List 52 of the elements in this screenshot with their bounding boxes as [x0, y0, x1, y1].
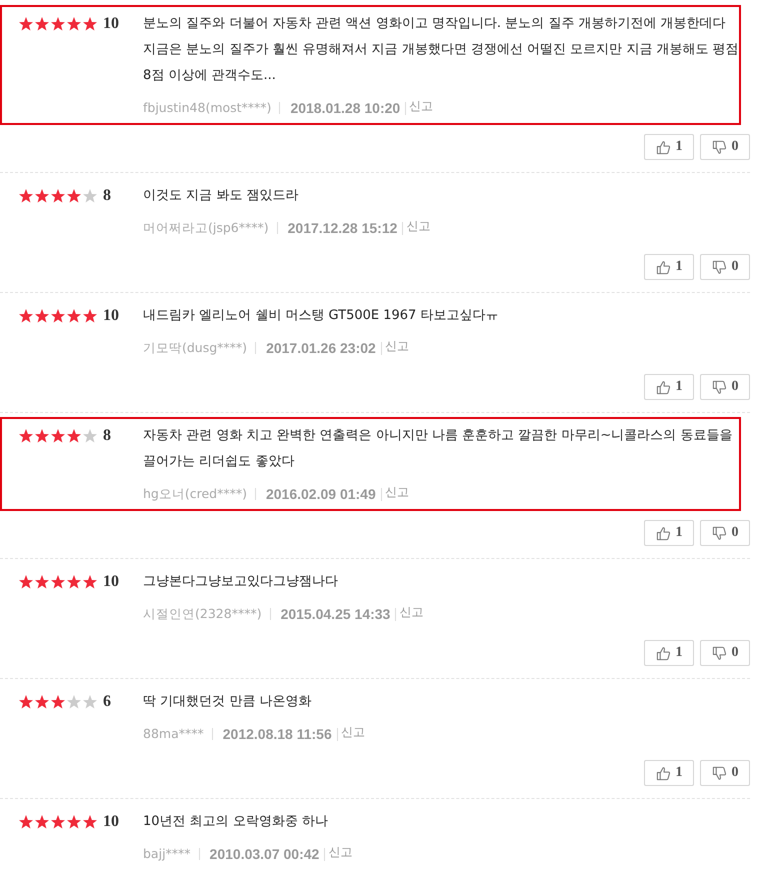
- review-date: 2017.12.28 15:12: [278, 222, 404, 234]
- score: 10: [103, 573, 119, 591]
- thumbs-up-icon: [656, 140, 670, 154]
- thumbs-down-icon: [712, 380, 726, 394]
- thumbs-up-icon: [656, 260, 670, 274]
- dislike-button[interactable]: 0: [700, 640, 750, 666]
- like-button[interactable]: 1: [644, 374, 694, 400]
- author-name: fbjustin48(most****): [143, 102, 280, 114]
- score: 8: [103, 187, 111, 205]
- review-text: 딱 기대했던것 만큼 나온영화: [143, 693, 312, 711]
- score: 8: [103, 427, 111, 445]
- review-text: 그냥본다그냥보고있다그냥잼나다: [143, 573, 339, 591]
- review-text: 분노의 질주와 더불어 자동차 관련 액션 영화이고 명작입니다. 분노의 질주 개봉하기전에 개봉한데다 지금은 분노의 질주가 훨씬 유명해져서 지금 개봉했다면 경쟁에선 어떨진 모르지만 지금 개봉해도 평점 8점 이상에 관객수도...: [143, 15, 739, 85]
- author-name: 기모딱(dusg****): [143, 342, 256, 354]
- review-text: 자동차 관련 영화 치고 완벽한 연출력은 아니지만 나름 훈훈하고 깔끔한 마무리~니콜라스의 동료들을 끌어가는 리더쉽도 좋았다: [143, 427, 734, 471]
- thumbs-up-icon: [656, 526, 670, 540]
- like-button[interactable]: 1: [644, 760, 694, 786]
- thumbs-down-icon: [712, 526, 726, 540]
- author-name: 시절인연(2328****): [143, 608, 271, 620]
- like-button[interactable]: 1: [644, 520, 694, 546]
- thumbs-down-icon: [712, 646, 726, 660]
- thumbs-up-icon: [656, 646, 670, 660]
- score: 10: [103, 307, 119, 325]
- review-date: 2016.02.09 01:49: [256, 488, 382, 500]
- dislike-button[interactable]: 0: [700, 374, 750, 400]
- dislike-button[interactable]: 0: [700, 520, 750, 546]
- author-name: 88ma****: [143, 728, 213, 740]
- author-name: bajj****: [143, 848, 200, 860]
- thumbs-down-icon: [712, 260, 726, 274]
- review-date: 2015.04.25 14:33: [270, 608, 396, 620]
- review-text: 내드림카 엘리노어 쉘비 머스탱 GT500E 1967 타보고싶다ㅠ: [143, 307, 500, 325]
- thumbs-down-icon: [712, 140, 726, 154]
- score: 10: [103, 15, 119, 33]
- author-name: 머어쩌라고(jsp6****): [143, 222, 278, 234]
- like-button[interactable]: 1: [644, 134, 694, 160]
- thumbs-down-icon: [712, 766, 726, 780]
- review-date: 2010.03.07 00:42: [200, 848, 326, 860]
- author-name: hg오너(cred****): [143, 488, 256, 500]
- dislike-button[interactable]: 0: [700, 134, 750, 160]
- dislike-button[interactable]: 0: [700, 254, 750, 280]
- like-button[interactable]: 1: [644, 640, 694, 666]
- thumbs-up-icon: [656, 766, 670, 780]
- like-button[interactable]: 1: [644, 254, 694, 280]
- score: 6: [103, 693, 111, 711]
- review-text: 이것도 지금 봐도 잼있드라: [143, 187, 300, 205]
- review-date: 2012.08.18 11:56: [212, 728, 338, 740]
- score: 10: [103, 813, 119, 831]
- review-text: 10년전 최고의 오락영화중 하나: [143, 813, 329, 831]
- review-date: 2017.01.26 23:02: [256, 342, 382, 354]
- dislike-button[interactable]: 0: [700, 760, 750, 786]
- thumbs-up-icon: [656, 380, 670, 394]
- review-date: 2018.01.28 10:20: [280, 102, 406, 114]
